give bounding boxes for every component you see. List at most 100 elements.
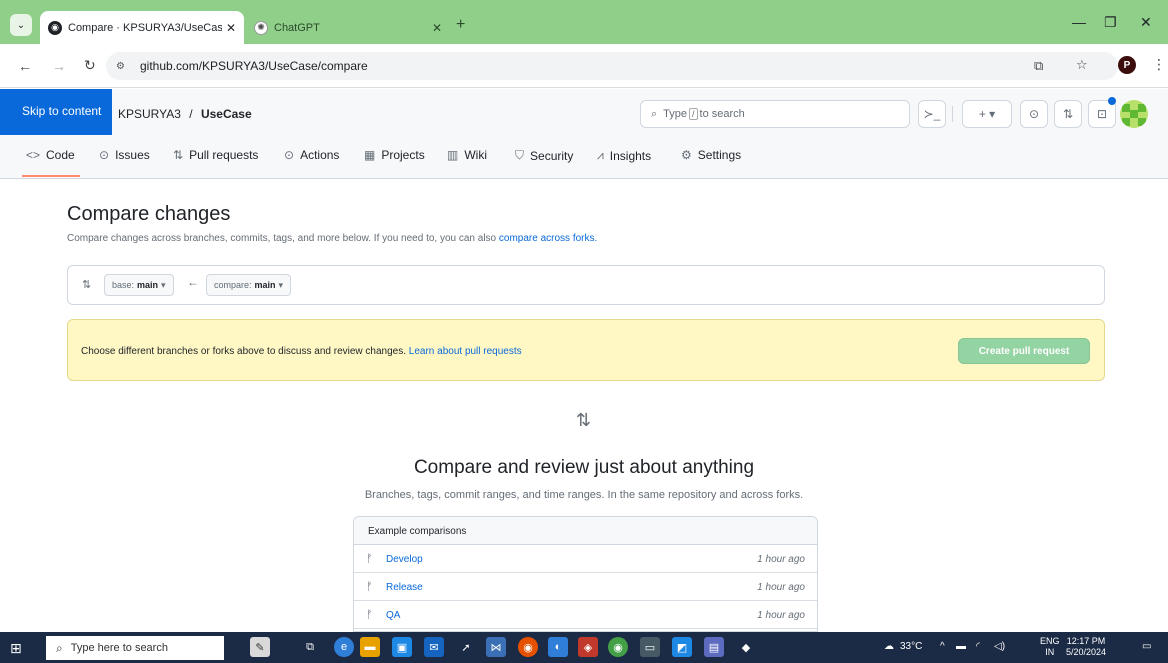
browser-tab-chatgpt[interactable]: ✺ ChatGPT ✕ — [246, 11, 450, 44]
weather-temp[interactable]: 33°C — [900, 641, 922, 652]
compare-across-forks-link[interactable]: compare across forks. — [499, 233, 597, 244]
branch-link[interactable]: Develop — [386, 554, 423, 565]
restore-icon[interactable]: ❐ — [1104, 14, 1117, 31]
tab-wiki[interactable]: ▥ Wiki — [447, 148, 487, 162]
github-favicon-icon: ◉ — [48, 20, 62, 35]
repo-name-link[interactable]: UseCase — [201, 107, 252, 121]
tab-title: Compare · KPSURYA3/UseCase — [68, 21, 222, 34]
repo-owner-link[interactable]: KPSURYA3 — [118, 107, 181, 121]
volume-icon[interactable]: ◁) — [994, 641, 1005, 652]
task-view-icon[interactable]: ⧉ — [300, 637, 320, 657]
tab-code[interactable]: <> Code — [26, 148, 75, 162]
windows-start-icon[interactable]: ⊞ — [10, 640, 22, 657]
notification-center-icon[interactable]: ▭ — [1142, 641, 1151, 652]
weather-icon[interactable]: ☁ — [884, 641, 894, 652]
book-icon: ▥ — [447, 148, 459, 162]
branch-link[interactable]: Release — [386, 582, 423, 593]
browser-profile-avatar[interactable]: P — [1118, 56, 1136, 74]
breadcrumb: KPSURYA3 / UseCase — [118, 107, 252, 121]
learn-pull-requests-link[interactable]: Learn about pull requests — [409, 346, 522, 357]
pinned-app-icon[interactable]: ✎ — [250, 637, 270, 657]
chrome-icon[interactable]: ◉ — [518, 637, 538, 657]
edge-browser-icon[interactable]: e — [334, 637, 354, 657]
list-item[interactable]: ᚠ QA 1 hour ago — [354, 601, 817, 629]
close-icon[interactable]: ✕ — [432, 21, 442, 35]
pinned-app-icon[interactable]: ◩ — [672, 637, 692, 657]
base-branch-select[interactable]: base: main ▾ — [104, 274, 174, 296]
browser-tab-github[interactable]: ◉ Compare · KPSURYA3/UseCase ✕ — [40, 11, 244, 44]
network-icon[interactable]: ◜ — [976, 641, 980, 652]
tray-chevron-icon[interactable]: ^ — [940, 641, 945, 652]
tab-actions[interactable]: ⊙ Actions — [284, 148, 339, 162]
list-item[interactable]: ᚠ Develop 1 hour ago — [354, 545, 817, 573]
examples-header: Example comparisons — [354, 517, 817, 545]
list-item[interactable]: ᚠ Release 1 hour ago — [354, 573, 817, 601]
vscode-icon[interactable]: ⋈ — [486, 637, 506, 657]
tab-search-chevron-icon[interactable]: ⌄ — [10, 14, 32, 36]
example-comparisons: Example comparisons ᚠ Develop 1 hour ago… — [353, 516, 818, 632]
github-search-input[interactable]: ⌕ Type / to search — [640, 100, 910, 128]
tab-issues[interactable]: ⊙ Issues — [99, 148, 150, 162]
close-icon[interactable]: ✕ — [226, 21, 236, 35]
command-palette-button[interactable]: ≻_ — [918, 100, 946, 128]
bookmark-star-icon[interactable]: ☆ — [1076, 57, 1088, 73]
create-pull-request-button[interactable]: Create pull request — [958, 338, 1090, 364]
tab-insights[interactable]: ⩘ Insights — [597, 148, 651, 163]
back-arrow-icon[interactable]: ← — [18, 58, 32, 74]
pinned-app-icon[interactable]: ▤ — [704, 637, 724, 657]
compare-value: main — [254, 280, 276, 290]
user-avatar[interactable] — [1120, 100, 1148, 128]
subtitle-text: Compare changes across branches, commits… — [67, 233, 497, 244]
pinned-app-icon[interactable]: ◆ — [736, 637, 756, 657]
url-omnibox[interactable]: ⚙ github.com/KPSURYA3/UseCase/compare — [106, 52, 1118, 80]
browser-menu-icon[interactable]: ⋮ — [1152, 56, 1166, 73]
mail-icon[interactable]: ✉ — [424, 637, 444, 657]
store-icon[interactable]: ▣ — [392, 637, 412, 657]
site-info-icon[interactable]: ⚙ — [116, 58, 132, 74]
tab-pull-requests[interactable]: ⇅ Pull requests — [173, 148, 258, 162]
install-app-icon[interactable]: ⧉ — [1034, 58, 1043, 74]
skip-to-content-link[interactable]: Skip to content — [0, 89, 112, 135]
pinned-app-icon[interactable]: ◐ — [548, 637, 568, 657]
chrome-active-icon[interactable]: ◉ — [608, 637, 628, 657]
file-explorer-icon[interactable]: ▬ — [360, 637, 380, 657]
arrow-left-icon: ← — [187, 275, 199, 289]
lang-region: IN — [1045, 647, 1055, 657]
branch-icon: ᚠ — [366, 609, 373, 621]
reload-icon[interactable]: ↻ — [84, 57, 96, 74]
language-indicator[interactable]: ENG IN — [1040, 636, 1060, 658]
branch-icon: ᚠ — [366, 553, 373, 565]
pull-request-icon: ⇅ — [1062, 107, 1074, 121]
graph-icon: ⩘ — [597, 148, 604, 162]
blankslate-subtitle: Branches, tags, commit ranges, and time … — [364, 489, 804, 501]
tab-security[interactable]: ⛉ Security — [515, 148, 573, 163]
blankslate-title: Compare and review just about anything — [413, 457, 755, 478]
pinned-app-icon[interactable]: ➚ — [456, 637, 476, 657]
chatgpt-favicon-icon: ✺ — [254, 20, 268, 35]
pinned-app-icon[interactable]: ◈ — [578, 637, 598, 657]
pull-request-icon: ⇅ — [173, 148, 184, 162]
forward-arrow-icon[interactable]: → — [52, 58, 66, 74]
branch-link[interactable]: QA — [386, 610, 400, 621]
pinned-app-icon[interactable]: ▭ — [640, 637, 660, 657]
tab-label: Projects — [381, 148, 425, 162]
battery-icon[interactable]: ▬ — [956, 641, 966, 652]
compare-branch-select[interactable]: compare: main ▾ — [206, 274, 292, 296]
taskbar-search-input[interactable]: ⌕ Type here to search — [46, 636, 224, 660]
system-clock[interactable]: 12:17 PM 5/20/2024 — [1066, 636, 1106, 658]
window-close-icon[interactable]: ✕ — [1140, 14, 1152, 31]
pull-requests-button[interactable]: ⇅ — [1054, 100, 1082, 128]
notification-indicator — [1108, 97, 1116, 105]
issues-button[interactable]: ⊙ — [1020, 100, 1048, 128]
gear-icon: ⚙ — [681, 148, 692, 162]
create-new-button[interactable]: + ▾ — [962, 100, 1012, 128]
tab-settings[interactable]: ⚙ Settings — [681, 148, 741, 162]
tab-label: Actions — [300, 148, 340, 162]
base-value: main — [137, 280, 159, 290]
header-divider — [952, 106, 953, 122]
tab-projects[interactable]: ▦ Projects — [364, 148, 425, 162]
minimize-icon[interactable]: — — [1072, 14, 1086, 30]
branch-time: 1 hour ago — [757, 610, 805, 621]
flash-text: Choose different branches or forks above… — [81, 346, 406, 357]
new-tab-plus-icon[interactable]: + — [456, 16, 465, 34]
